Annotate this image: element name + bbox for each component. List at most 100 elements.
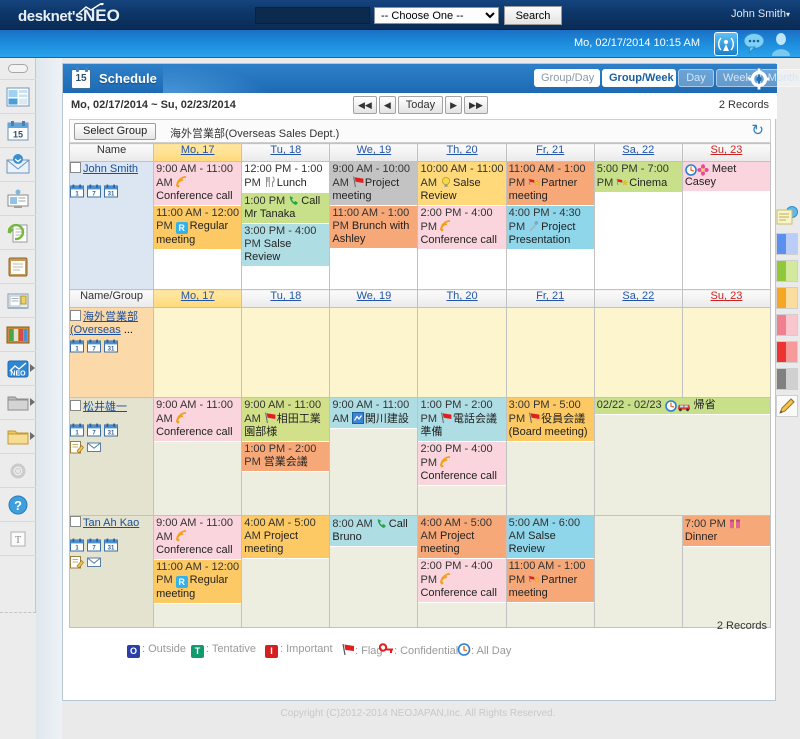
- day-cell[interactable]: 9:00 AM - 10:00 AM Project meeting 11:00 …: [329, 161, 419, 290]
- settings-gear-icon[interactable]: [748, 68, 770, 90]
- sidebar-item-webmail[interactable]: [0, 148, 36, 182]
- col-header-3[interactable]: Th, 20: [417, 143, 507, 162]
- calendar-event[interactable]: 11:00 AM - 12:00 PM R Regular meeting: [154, 206, 242, 250]
- day-cell[interactable]: 8:00 AM Call Bruno: [329, 515, 419, 628]
- row-checkbox[interactable]: [70, 310, 81, 321]
- select-group-button[interactable]: Select Group: [74, 123, 157, 140]
- col-header-link[interactable]: Su, 23: [711, 290, 743, 302]
- day-cell[interactable]: [153, 307, 243, 398]
- sidebar-item-workflow[interactable]: [0, 216, 36, 250]
- month-view-icon[interactable]: 31: [104, 184, 118, 198]
- calendar-event[interactable]: 4:00 AM - 5:00 AM Project meeting: [418, 516, 506, 559]
- calendar-event[interactable]: 12:00 PM - 1:00 PM Lunch: [242, 162, 330, 193]
- col-header-link[interactable]: Tu, 18: [270, 144, 301, 156]
- sidebar-item-settings[interactable]: [0, 454, 36, 488]
- sidebar-item-neo[interactable]: NEO: [0, 352, 36, 386]
- col-header-link[interactable]: Mo, 17: [181, 144, 215, 156]
- col-header-link[interactable]: Sa, 22: [622, 290, 654, 302]
- day-view-icon[interactable]: 1: [70, 184, 84, 198]
- col-header-2[interactable]: We, 19: [329, 289, 419, 308]
- day-cell[interactable]: 9:00 AM - 11:00 AM 関川建設: [329, 397, 419, 516]
- sidebar-item-facility[interactable]: [0, 182, 36, 216]
- day-cell[interactable]: 10:00 AM - 11:00 AM Salse Review 2:00 PM …: [417, 161, 507, 290]
- row-checkbox[interactable]: [70, 516, 81, 527]
- day-cell[interactable]: 9:00 AM - 11:00 AM Conference call 11:00 …: [153, 515, 243, 628]
- day-cell[interactable]: [505, 307, 595, 398]
- search-scope-select[interactable]: -- Choose One --: [374, 7, 499, 24]
- calendar-event[interactable]: 2:00 PM - 4:00 PM Conference call: [418, 206, 506, 250]
- day-cell[interactable]: [681, 307, 772, 398]
- calendar-event[interactable]: 3:00 PM - 4:00 PM Salse Review: [242, 224, 330, 267]
- sidebar-item-help[interactable]: ?: [0, 488, 36, 522]
- col-header-link[interactable]: Su, 23: [711, 144, 743, 156]
- next-page-button[interactable]: ▶▶: [464, 96, 488, 114]
- day-cell[interactable]: 5:00 AM - 6:00 AM Salse Review 11:00 AM -…: [505, 515, 595, 628]
- calendar-event[interactable]: 1:00 PM - 2:00 PM 電話会議準備: [418, 398, 506, 442]
- calendar-event[interactable]: 1:00 PM Call Mr Tanaka: [242, 193, 330, 224]
- week-view-icon[interactable]: 7: [87, 538, 101, 552]
- refresh-icon[interactable]: ↻: [751, 123, 764, 139]
- calendar-event[interactable]: 9:00 AM - 11:00 AM 関川建設: [330, 398, 418, 429]
- calendar-event[interactable]: 4:00 AM - 5:00 AM Project meeting: [242, 516, 330, 559]
- col-header-link[interactable]: Th, 20: [446, 144, 477, 156]
- calendar-event[interactable]: 7:00 PM Dinner: [682, 516, 770, 547]
- day-cell[interactable]: 7:00 PM Dinner: [681, 515, 772, 628]
- calendar-event[interactable]: 2:00 PM - 4:00 PM Conference call: [418, 442, 506, 486]
- search-button[interactable]: Search: [504, 6, 562, 25]
- search-input[interactable]: [255, 7, 370, 24]
- day-view-icon[interactable]: 1: [70, 538, 84, 552]
- sidebar-item-text[interactable]: T: [0, 522, 36, 556]
- col-header-0[interactable]: Mo, 17: [153, 289, 243, 308]
- broadcast-icon[interactable]: [714, 32, 738, 56]
- person-icon[interactable]: [770, 32, 792, 56]
- calendar-event[interactable]: 5:00 AM - 6:00 AM Salse Review: [506, 516, 594, 559]
- color-swatch-orange[interactable]: [776, 287, 798, 309]
- col-header-link[interactable]: Tu, 18: [270, 290, 301, 302]
- note-icon[interactable]: [776, 206, 798, 228]
- col-header-0[interactable]: Mo, 17: [153, 143, 243, 162]
- prev-page-button[interactable]: ◀◀: [353, 96, 377, 114]
- col-header-link[interactable]: Fr, 21: [536, 144, 564, 156]
- tab-group-day[interactable]: Group/Day: [534, 69, 600, 87]
- col-header-4[interactable]: Fr, 21: [505, 143, 595, 162]
- collapse-pill[interactable]: [0, 58, 36, 80]
- col-header-link[interactable]: We, 19: [357, 290, 392, 302]
- month-view-icon[interactable]: 31: [104, 339, 118, 353]
- month-view-icon[interactable]: 31: [104, 423, 118, 437]
- color-swatch-blue[interactable]: [776, 233, 798, 255]
- calendar-event[interactable]: 11:00 AM - 1:00 PM Brunch with Ashley: [330, 206, 418, 249]
- calendar-event[interactable]: 5:00 PM - 7:00 PM Cinema: [594, 162, 682, 193]
- edit-icon[interactable]: [70, 440, 84, 454]
- day-cell[interactable]: Meet Casey: [681, 161, 772, 290]
- col-header-2[interactable]: We, 19: [329, 143, 419, 162]
- row-name-link-cont[interactable]: (Overseas: [70, 324, 121, 336]
- day-cell[interactable]: [417, 307, 507, 398]
- calendar-event[interactable]: 9:00 AM - 11:00 AM Conference call: [154, 162, 242, 206]
- calendar-event[interactable]: 11:00 AM - 1:00 PM Partner meeting: [506, 162, 594, 206]
- month-view-icon[interactable]: 31: [104, 538, 118, 552]
- day-cell[interactable]: 1:00 PM - 2:00 PM 電話会議準備 2:00 PM - 4:00 P…: [417, 397, 507, 516]
- day-view-icon[interactable]: 1: [70, 339, 84, 353]
- user-menu[interactable]: John Smith▾: [731, 8, 790, 20]
- row-name-link[interactable]: 海外営業部: [83, 311, 138, 323]
- col-header-link[interactable]: Th, 20: [446, 290, 477, 302]
- color-swatch-red[interactable]: [776, 341, 798, 363]
- day-view-icon[interactable]: 1: [70, 423, 84, 437]
- col-header-5[interactable]: Sa, 22: [593, 143, 683, 162]
- calendar-event[interactable]: 11:00 AM - 1:00 PM Partner meeting: [506, 559, 594, 603]
- day-cell[interactable]: 11:00 AM - 1:00 PM Partner meeting 4:00 P…: [505, 161, 595, 290]
- chat-icon[interactable]: [742, 32, 766, 55]
- calendar-event[interactable]: 11:00 AM - 12:00 PM R Regular meeting: [154, 560, 242, 604]
- next-button[interactable]: ▶: [445, 96, 463, 114]
- day-cell[interactable]: 9:00 AM - 11:00 AM Conference call: [153, 397, 243, 516]
- day-cell[interactable]: [593, 307, 683, 398]
- calendar-event[interactable]: 9:00 AM - 10:00 AM Project meeting: [330, 162, 418, 206]
- row-name-link[interactable]: Tan Ah Kao: [83, 517, 139, 529]
- day-cell[interactable]: 4:00 AM - 5:00 AM Project meeting: [241, 515, 331, 628]
- calendar-event[interactable]: 9:00 AM - 11:00 AM 相田工業 園部様: [242, 398, 330, 442]
- mail-icon[interactable]: [87, 440, 101, 454]
- col-header-6[interactable]: Su, 23: [681, 289, 772, 308]
- app-logo[interactable]: desknet'sNEO: [18, 3, 120, 26]
- calendar-event[interactable]: 3:00 PM - 5:00 PM 役員会議(Board meeting): [506, 398, 594, 442]
- sidebar-item-schedule[interactable]: 15: [0, 114, 36, 148]
